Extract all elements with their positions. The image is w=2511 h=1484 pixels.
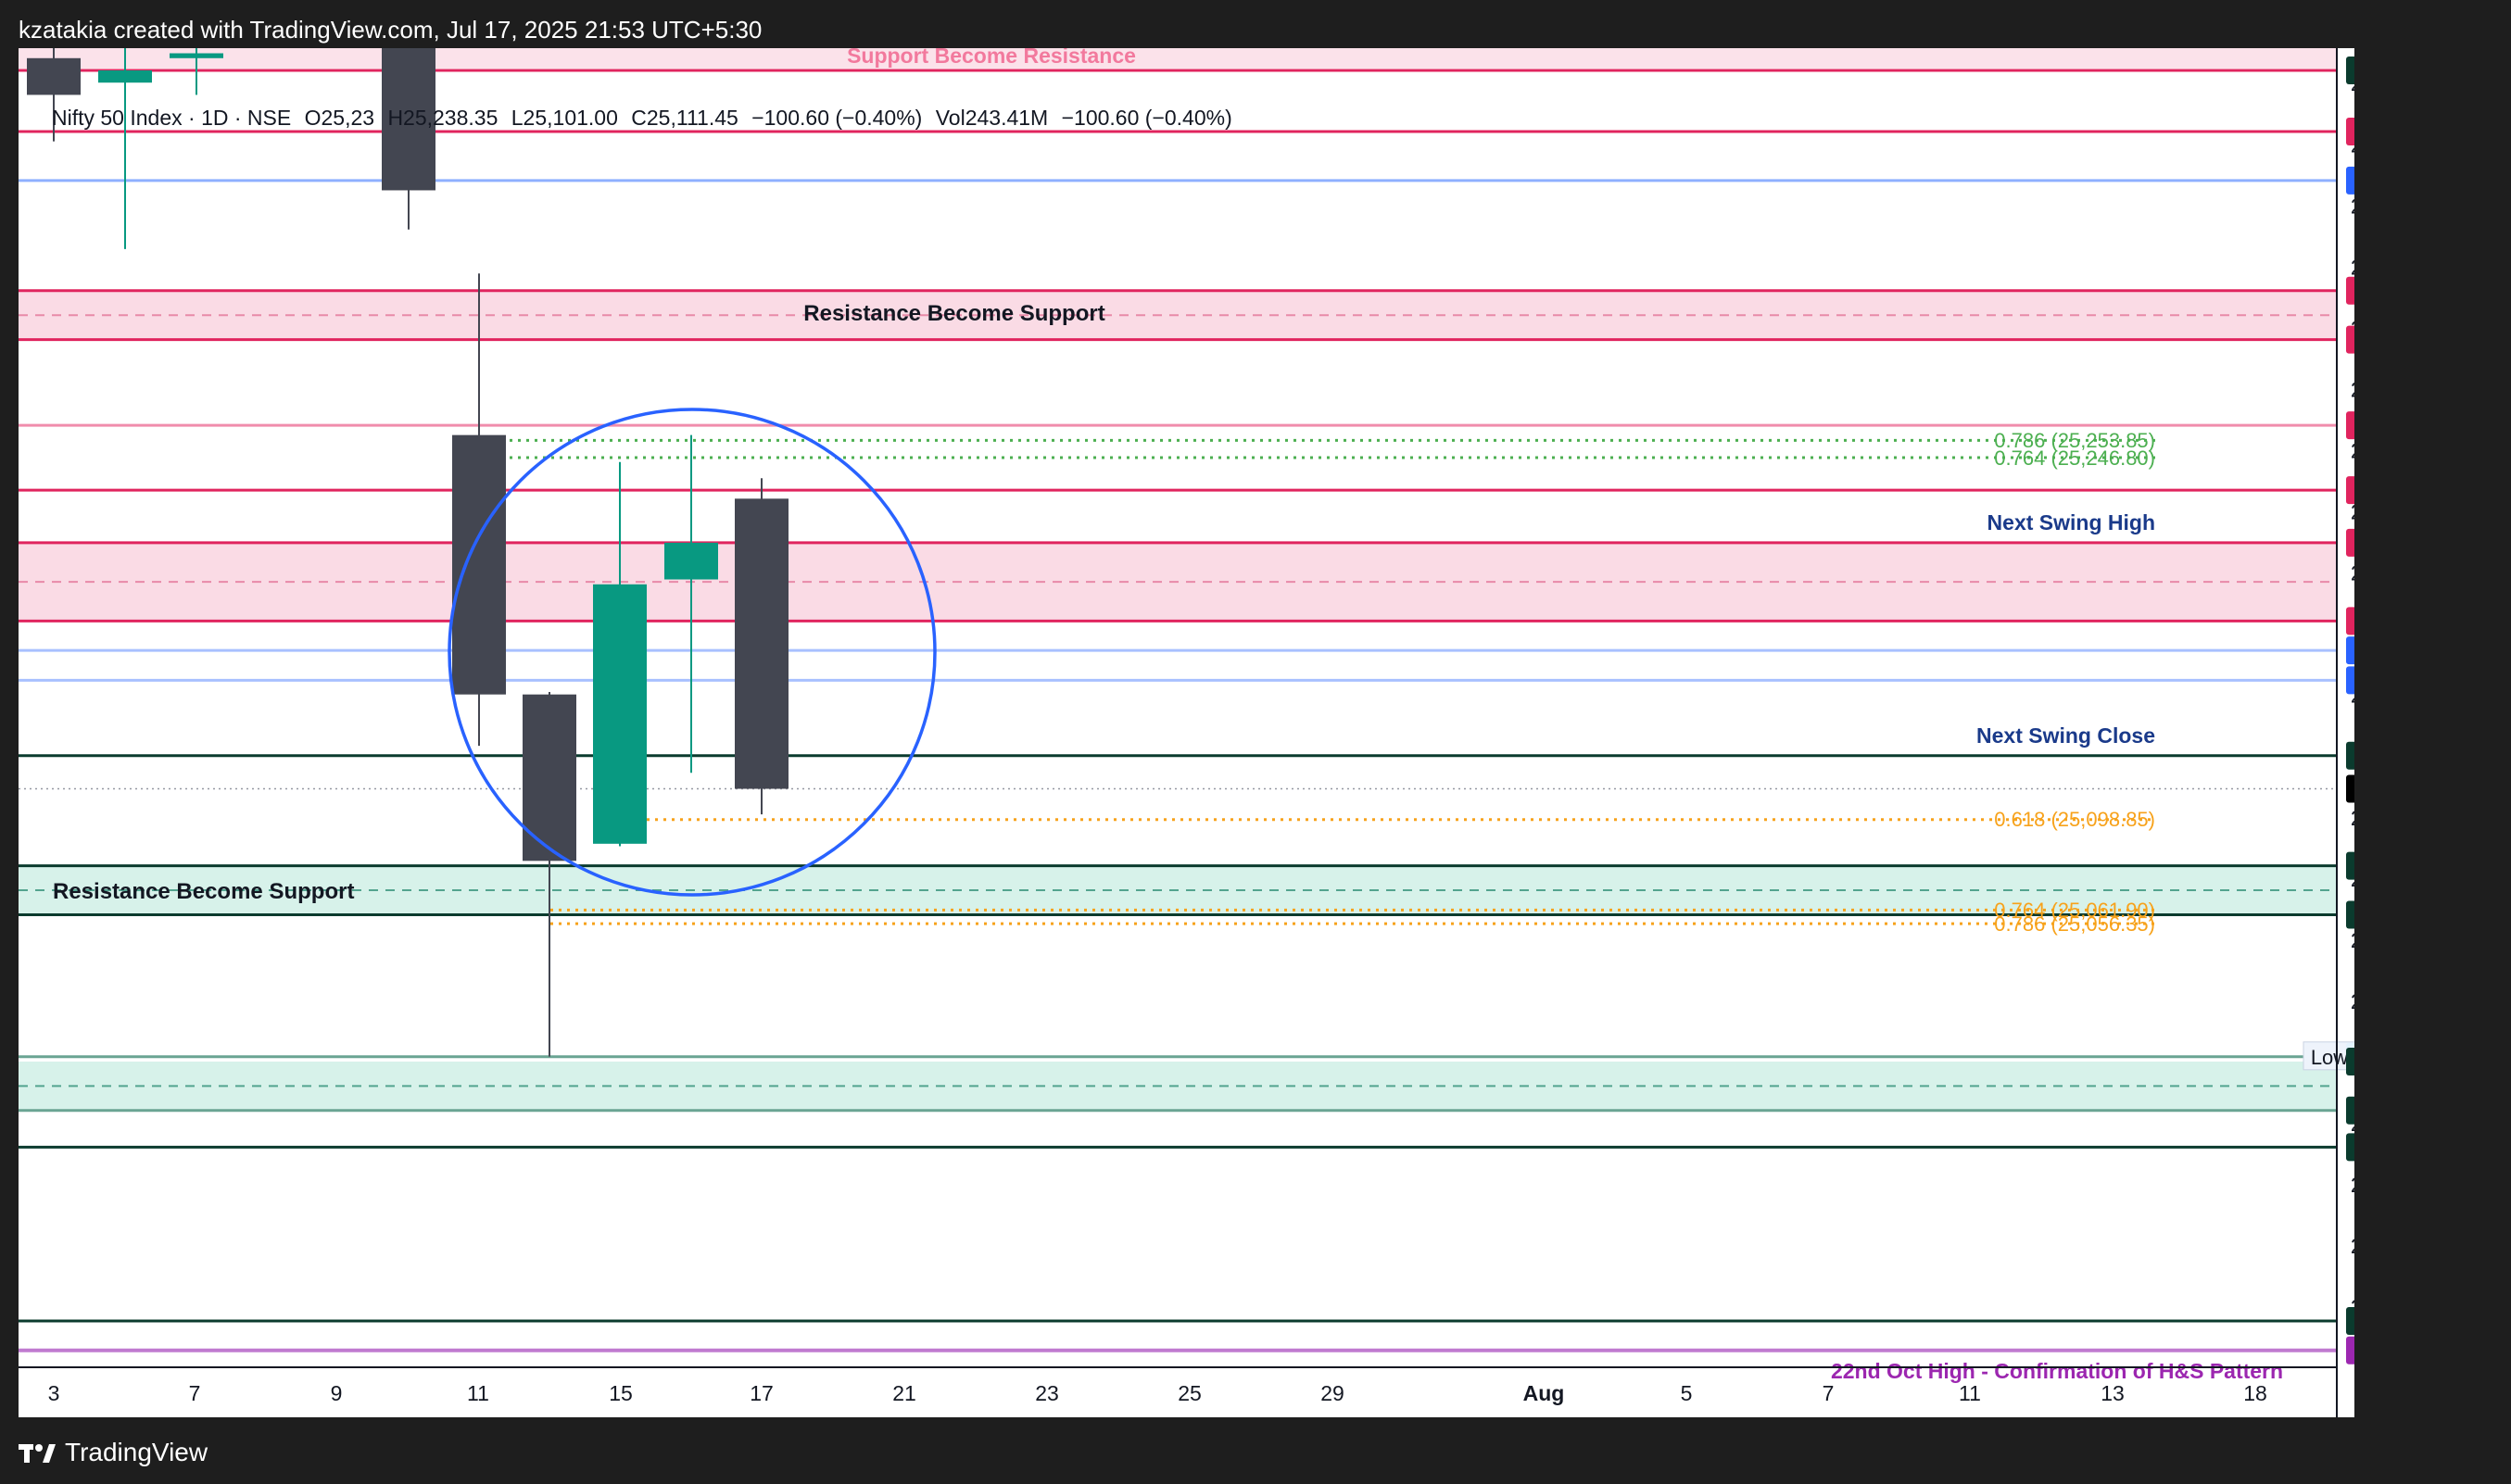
price-label-box[interactable] — [2346, 476, 2354, 505]
price-label-box[interactable] — [2346, 411, 2354, 440]
x-tick-label: Aug — [1523, 1381, 1565, 1405]
support-become-resistance-label: Support Become Resistance — [847, 48, 1136, 68]
tradingview-brand-text: TradingView — [65, 1438, 208, 1466]
y-tick-label: 25,200.00 — [2351, 561, 2354, 585]
candle-body[interactable] — [593, 584, 647, 844]
tradingview-logo[interactable]: TradingView — [19, 1434, 208, 1471]
candle-body[interactable] — [523, 694, 576, 861]
price-label-box[interactable] — [2346, 528, 2354, 557]
price-label-box[interactable] — [2346, 774, 2354, 803]
price-label-box[interactable] — [2346, 166, 2354, 195]
x-tick-label: 21 — [892, 1381, 916, 1405]
low-tag-label: Low — [2311, 1046, 2348, 1069]
price-label-box[interactable] — [2346, 325, 2354, 354]
candle-body[interactable] — [170, 53, 223, 58]
chart-screenshot: kzatakia created with TradingView.com, J… — [0, 0, 2511, 1484]
price-label-box[interactable] — [2346, 1096, 2354, 1125]
snapshot-caption: kzatakia created with TradingView.com, J… — [19, 16, 763, 44]
resistance-become-support-label-bottom: Resistance Become Support — [53, 879, 354, 904]
resistance-zone-top — [19, 48, 2337, 69]
price-chart[interactable]: Support Become Resistance Resistance Beco… — [19, 48, 2354, 1417]
tradingview-logo-icon — [19, 1441, 56, 1464]
legend-symbol[interactable]: Nifty 50 Index · 1D · NSE — [52, 106, 291, 130]
fib-0786-bottom-label: 0.786 (25,056.35) — [1994, 912, 2155, 936]
x-tick-label: 11 — [1959, 1381, 1981, 1405]
y-tick-label: 25,250.00 — [2351, 438, 2354, 462]
next-swing-high-label: Next Swing High — [1987, 510, 2155, 534]
x-tick-label: 11 — [467, 1381, 489, 1405]
x-tick-label: 7 — [1823, 1381, 1835, 1405]
price-label-box[interactable] — [2346, 1047, 2354, 1075]
legend-volume: Vol243.41M — [935, 106, 1049, 130]
price-label-box[interactable] — [2346, 741, 2354, 770]
candle-body[interactable] — [27, 57, 81, 95]
price-label-box[interactable] — [2346, 118, 2354, 146]
next-swing-close-label: Next Swing Close — [1976, 723, 2155, 748]
x-tick-label: 18 — [2243, 1381, 2267, 1405]
legend-high: H25,238.35 — [387, 106, 498, 130]
price-label-box[interactable] — [2346, 1133, 2354, 1162]
legend-low: L25,101.00 — [511, 106, 618, 130]
x-tick-label: 7 — [189, 1381, 201, 1405]
price-label-box[interactable] — [2346, 636, 2354, 665]
x-tick-label: 25 — [1178, 1381, 1202, 1405]
x-tick-label: 5 — [1681, 1381, 1693, 1405]
x-tick-label: 17 — [750, 1381, 774, 1405]
y-tick-label: 25,350.00 — [2351, 194, 2354, 218]
price-label-box[interactable] — [2346, 666, 2354, 695]
candle-body[interactable] — [98, 70, 152, 83]
x-tick-label: 3 — [48, 1381, 60, 1405]
candle-body[interactable] — [664, 542, 718, 580]
x-tick-label: 13 — [2101, 1381, 2125, 1405]
price-label-box[interactable] — [2346, 851, 2354, 880]
legend-open: O25,23 — [304, 106, 375, 130]
price-label-box[interactable] — [2346, 1336, 2354, 1365]
y-tick-label: 25,025.00 — [2351, 989, 2354, 1013]
legend-change: −100.60 (−0.40%) — [751, 106, 923, 130]
price-label-box[interactable] — [2346, 900, 2354, 929]
legend-close: C25,111.45 — [631, 106, 738, 130]
y-tick-label: 24,925.00 — [2351, 1234, 2354, 1258]
candle-body[interactable] — [735, 498, 789, 789]
price-label-box[interactable] — [2346, 276, 2354, 305]
y-tick-label: 25,275.00 — [2351, 377, 2354, 401]
price-label-box[interactable] — [2346, 607, 2354, 635]
x-tick-label: 23 — [1035, 1381, 1059, 1405]
chart-pane[interactable]: Support Become Resistance Resistance Beco… — [19, 48, 2354, 1417]
price-label-box[interactable] — [2346, 1307, 2354, 1335]
hs-pattern-label: 22nd Oct High - Confirmation of H&S Patt… — [1831, 1359, 2283, 1383]
fib-0764-top-label: 0.764 (25,246.80) — [1994, 446, 2155, 470]
symbol-legend[interactable]: Nifty 50 Index · 1D · NSE O25,23 H25,238… — [52, 106, 1240, 131]
price-label-box[interactable] — [2346, 57, 2354, 84]
x-tick-label: 15 — [609, 1381, 633, 1405]
y-tick-label: 25,100.00 — [2351, 806, 2354, 830]
legend-volume-change: −100.60 (−0.40%) — [1061, 106, 1232, 130]
fib-0618-label: 0.618 (25,098.85) — [1994, 808, 2155, 831]
candle-body[interactable] — [452, 434, 506, 695]
y-tick-label: 24,950.00 — [2351, 1173, 2354, 1197]
x-tick-label: 29 — [1320, 1381, 1344, 1405]
y-tick-label: 25,050.00 — [2351, 928, 2354, 952]
y-tick-label: 25,325.00 — [2351, 255, 2354, 279]
resistance-become-support-label-top: Resistance Become Support — [803, 301, 1104, 326]
x-tick-label: 9 — [331, 1381, 343, 1405]
